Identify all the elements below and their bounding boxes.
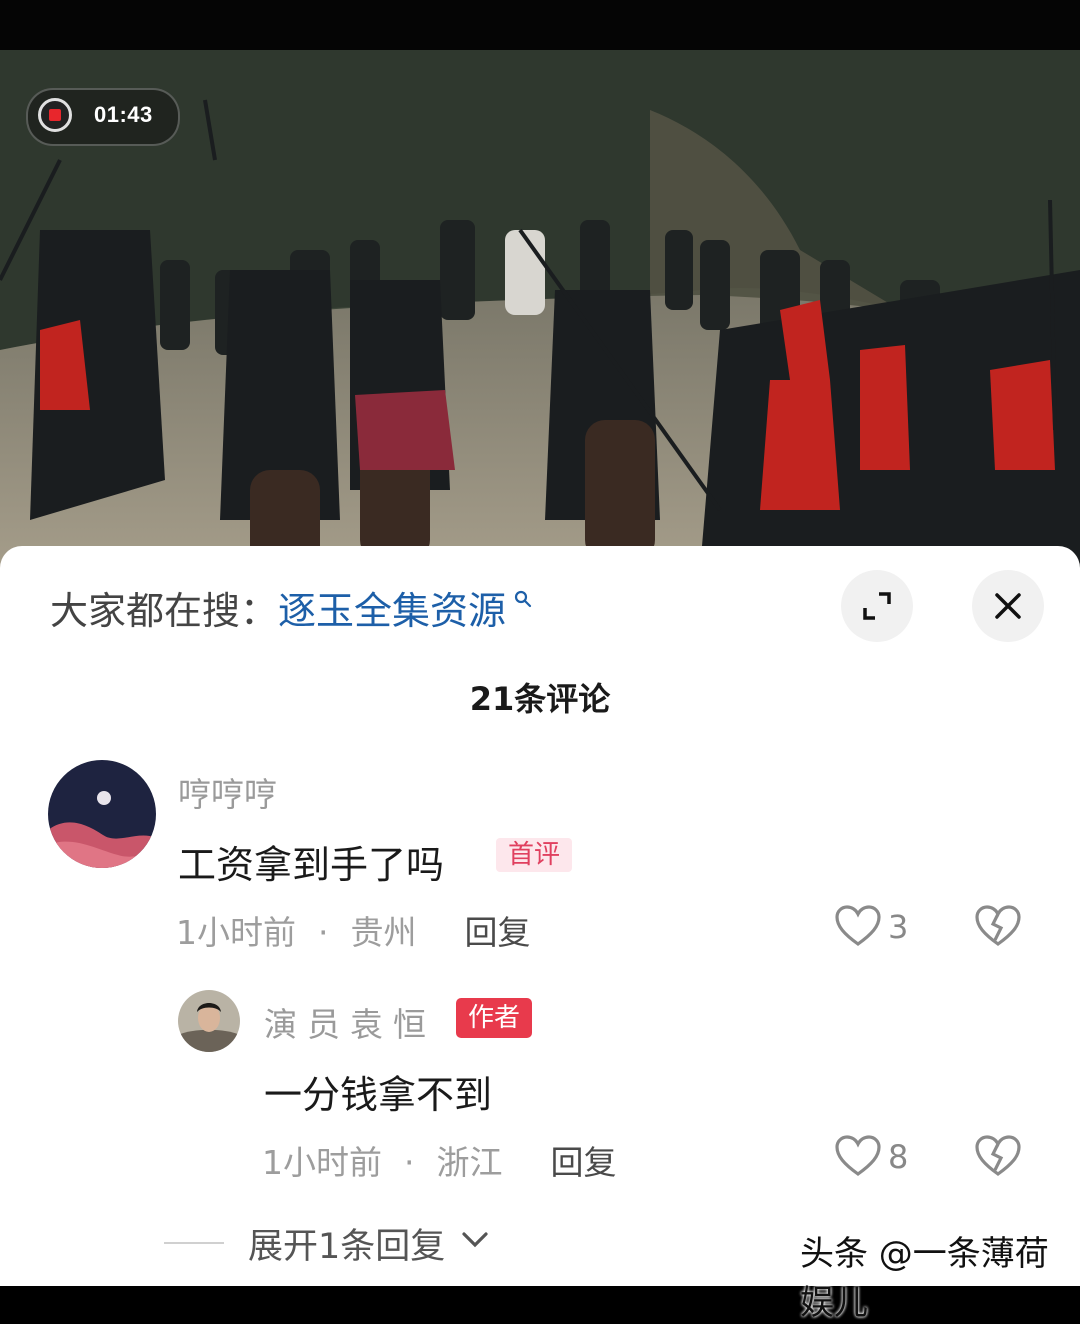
reply-time: 1小时前 xyxy=(262,1143,382,1182)
like-count: 3 xyxy=(888,908,909,946)
recording-indicator: 01:43 xyxy=(26,88,180,146)
top-black-bar xyxy=(0,0,1080,50)
author-badge: 作者 xyxy=(456,998,533,1038)
close-button[interactable] xyxy=(972,570,1044,642)
expand-replies-button[interactable]: 展开1条回复 xyxy=(248,1218,445,1269)
comment-username[interactable]: 哼哼哼 xyxy=(178,768,277,816)
reply-button[interactable]: 回复 xyxy=(465,913,531,952)
comment-text: 工资拿到手了吗 xyxy=(178,843,445,887)
reply-text: 一分钱拿不到 xyxy=(264,1073,493,1117)
reply-meta: 1小时前 · 浙江 回复 xyxy=(262,1136,617,1184)
night-sky-avatar-image xyxy=(48,760,156,868)
comment-meta: 1小时前 · 贵州 回复 xyxy=(176,906,531,954)
reply-button[interactable]: 回复 xyxy=(551,1143,617,1182)
first-comment-badge: 首评 xyxy=(496,838,573,872)
video-player[interactable]: 01:43 xyxy=(0,50,1080,570)
trending-search[interactable]: 大家都在搜：逐玉全集资源 xyxy=(50,586,532,636)
comments-sheet: 大家都在搜：逐玉全集资源 21条评论 哼哼哼 工资拿到手了吗 首评 1小时前 · 贵… xyxy=(0,546,1080,1323)
watermark: 头条 @一条薄荷娱儿 xyxy=(800,1234,1049,1323)
dislike-broken-heart-icon[interactable] xyxy=(974,1134,1022,1178)
like-count: 8 xyxy=(888,1138,909,1176)
trending-search-term[interactable]: 逐玉全集资源 xyxy=(278,589,506,633)
comment-count-title: 21条评论 xyxy=(469,680,611,718)
expand-divider xyxy=(164,1242,224,1244)
dislike-broken-heart-icon[interactable] xyxy=(974,904,1022,948)
search-icon xyxy=(514,590,532,608)
like-heart-icon[interactable] xyxy=(834,904,882,948)
reply-username[interactable]: 演员袁恒 xyxy=(264,998,436,1046)
recording-time: 01:43 xyxy=(94,102,153,127)
record-icon xyxy=(38,98,72,132)
separator-dot: · xyxy=(404,1143,415,1182)
avatar[interactable] xyxy=(48,760,156,868)
like-heart-icon[interactable] xyxy=(834,1134,882,1178)
reply-location: 浙江 xyxy=(436,1143,503,1182)
comment-time: 1小时前 xyxy=(176,913,296,952)
expand-button[interactable] xyxy=(841,570,913,642)
author-photo-avatar-image xyxy=(178,990,240,1052)
comment-location: 贵州 xyxy=(350,913,417,952)
avatar[interactable] xyxy=(178,990,240,1052)
close-icon xyxy=(995,593,1021,619)
expand-icon xyxy=(863,592,891,620)
trending-search-prefix: 大家都在搜： xyxy=(50,589,279,633)
chevron-down-icon[interactable] xyxy=(460,1230,490,1250)
separator-dot: · xyxy=(318,913,329,952)
